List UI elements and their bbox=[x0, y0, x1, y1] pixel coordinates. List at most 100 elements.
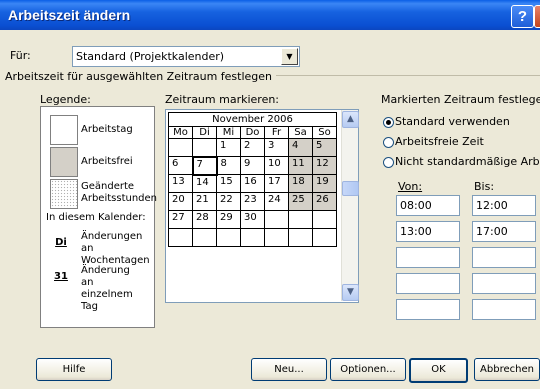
new-button[interactable]: Neu... bbox=[251, 358, 327, 381]
day-cell[interactable] bbox=[288, 210, 313, 229]
from-time-input[interactable] bbox=[396, 247, 460, 268]
day-cell[interactable]: 15 bbox=[216, 174, 241, 193]
day-cell[interactable]: 26 bbox=[312, 192, 337, 211]
month-title: November 2006 bbox=[168, 112, 337, 127]
cancel-button[interactable]: Abbrechen bbox=[474, 358, 540, 381]
title-bar[interactable]: Arbeitszeit ändern ? X bbox=[0, 0, 540, 30]
to-time-input[interactable] bbox=[472, 247, 536, 268]
legend-item-changed: Geänderte Arbeitsstunden bbox=[81, 181, 158, 204]
group-label: Arbeitszeit für ausgewählten Zeitraum fe… bbox=[5, 70, 277, 83]
day-cell[interactable]: 16 bbox=[240, 174, 265, 193]
to-time-value: 17:00 bbox=[476, 225, 508, 238]
legend-panel: Arbeitstag Arbeitsfrei Geänderte Arbeits… bbox=[40, 106, 158, 328]
radio-nonstandard-label[interactable]: Nicht standardmäßige Arbeitsz bbox=[395, 155, 540, 168]
day-cell[interactable]: 27 bbox=[168, 210, 193, 229]
help-button[interactable]: Hilfe bbox=[36, 358, 112, 381]
day-cell[interactable]: 19 bbox=[312, 174, 337, 193]
radio-nonstandard[interactable] bbox=[383, 157, 394, 168]
weekday-header: Do bbox=[240, 126, 265, 139]
day-cell[interactable]: 14 bbox=[192, 174, 217, 193]
weekday-header: Mo bbox=[168, 126, 193, 139]
from-time-value: 08:00 bbox=[400, 199, 432, 212]
to-time-input[interactable]: 12:00 bbox=[472, 195, 536, 216]
day-cell[interactable]: 6 bbox=[168, 156, 193, 175]
day-cell[interactable]: 11 bbox=[288, 156, 313, 175]
to-time-input[interactable] bbox=[472, 299, 536, 320]
legend-item-working: Arbeitstag bbox=[81, 124, 133, 135]
fuer-label: Für: bbox=[10, 49, 31, 62]
day-cell[interactable] bbox=[312, 228, 337, 247]
day-cell[interactable]: 20 bbox=[168, 192, 193, 211]
scroll-up-icon[interactable]: ▲ bbox=[342, 111, 359, 128]
day-cell[interactable] bbox=[168, 228, 193, 247]
day-cell[interactable]: 12 bbox=[312, 156, 337, 175]
weekday-header: Di bbox=[192, 126, 217, 139]
dialog-window: Arbeitszeit ändern ? X Für: Standard (Pr… bbox=[0, 0, 540, 389]
day-cell[interactable]: 2 bbox=[240, 138, 265, 157]
day-cell[interactable]: 18 bbox=[288, 174, 313, 193]
in-calendar-label: In diesem Kalender: bbox=[46, 212, 146, 223]
day-cell[interactable] bbox=[192, 228, 217, 247]
to-time-input[interactable] bbox=[472, 273, 536, 294]
scroll-thumb[interactable] bbox=[342, 181, 359, 196]
day-cell[interactable]: 23 bbox=[240, 192, 265, 211]
day-cell[interactable] bbox=[240, 228, 265, 247]
close-icon[interactable]: X bbox=[534, 5, 540, 28]
from-time-input[interactable]: 08:00 bbox=[396, 195, 460, 216]
day-cell[interactable]: 3 bbox=[264, 138, 289, 157]
from-time-input[interactable] bbox=[396, 273, 460, 294]
day-cell[interactable]: 21 bbox=[192, 192, 217, 211]
from-time-value: 13:00 bbox=[400, 225, 432, 238]
day-cell[interactable]: 13 bbox=[168, 174, 193, 193]
day-cell[interactable] bbox=[168, 138, 193, 157]
day-cell[interactable] bbox=[264, 228, 289, 247]
legend-title: Legende: bbox=[40, 93, 91, 106]
day-cell[interactable] bbox=[312, 210, 337, 229]
to-time-value: 12:00 bbox=[476, 199, 508, 212]
day-cell[interactable]: 5 bbox=[312, 138, 337, 157]
radio-standard-label[interactable]: Standard verwenden bbox=[395, 115, 510, 128]
chevron-down-icon[interactable]: ▼ bbox=[281, 48, 298, 65]
legend-item-nonworking: Arbeitsfrei bbox=[81, 156, 133, 167]
calendar-label: Zeitraum markieren: bbox=[165, 93, 280, 106]
radio-nonworking-label[interactable]: Arbeitsfreie Zeit bbox=[395, 135, 484, 148]
day-cell[interactable]: 24 bbox=[264, 192, 289, 211]
day-cell[interactable] bbox=[216, 228, 241, 247]
radio-nonworking[interactable] bbox=[383, 137, 394, 148]
calendar-table: November 2006 Mo Di Mi Do Fr Sa So 1 2 3… bbox=[168, 112, 337, 247]
legend-item-day-change: Änderung an einzelnem Tag bbox=[81, 265, 133, 312]
calendar-scrollbar[interactable]: ▲ ▼ bbox=[341, 110, 359, 301]
from-time-input[interactable] bbox=[396, 299, 460, 320]
day-cell[interactable]: 17 bbox=[264, 174, 289, 193]
weekday-header: Sa bbox=[288, 126, 313, 139]
to-time-input[interactable]: 17:00 bbox=[472, 221, 536, 242]
day-cell[interactable]: 8 bbox=[216, 156, 241, 175]
day-cell[interactable]: 29 bbox=[216, 210, 241, 229]
calendar-select[interactable]: Standard (Projektkalender) ▼ bbox=[72, 46, 300, 67]
options-button[interactable]: Optionen... bbox=[330, 358, 406, 381]
from-time-input[interactable]: 13:00 bbox=[396, 221, 460, 242]
right-panel-title: Markierten Zeitraum festlegen: bbox=[381, 93, 540, 106]
bis-label: Bis: bbox=[474, 180, 495, 193]
weekday-header: So bbox=[312, 126, 337, 139]
day-cell[interactable] bbox=[192, 138, 217, 157]
radio-standard[interactable] bbox=[383, 117, 394, 128]
selected-day-cell[interactable]: 7 bbox=[191, 155, 218, 176]
day-cell[interactable]: 9 bbox=[240, 156, 265, 175]
day-cell[interactable] bbox=[264, 210, 289, 229]
ok-button[interactable]: OK bbox=[409, 358, 468, 383]
day-cell[interactable]: 28 bbox=[192, 210, 217, 229]
day-cell[interactable]: 1 bbox=[216, 138, 241, 157]
day-cell[interactable]: 4 bbox=[288, 138, 313, 157]
window-title: Arbeitszeit ändern bbox=[8, 7, 131, 23]
legend-item-weekday-changes: Änderungen an Wochentagen bbox=[81, 231, 150, 266]
help-icon[interactable]: ? bbox=[511, 5, 534, 28]
day-cell[interactable]: 10 bbox=[264, 156, 289, 175]
weekday-change-marker: Di bbox=[55, 237, 67, 248]
day-cell[interactable]: 22 bbox=[216, 192, 241, 211]
day-cell[interactable]: 25 bbox=[288, 192, 313, 211]
calendar-grid[interactable]: November 2006 Mo Di Mi Do Fr Sa So 1 2 3… bbox=[165, 109, 359, 303]
scroll-down-icon[interactable]: ▼ bbox=[342, 284, 359, 301]
day-cell[interactable]: 30 bbox=[240, 210, 265, 229]
day-cell[interactable] bbox=[288, 228, 313, 247]
